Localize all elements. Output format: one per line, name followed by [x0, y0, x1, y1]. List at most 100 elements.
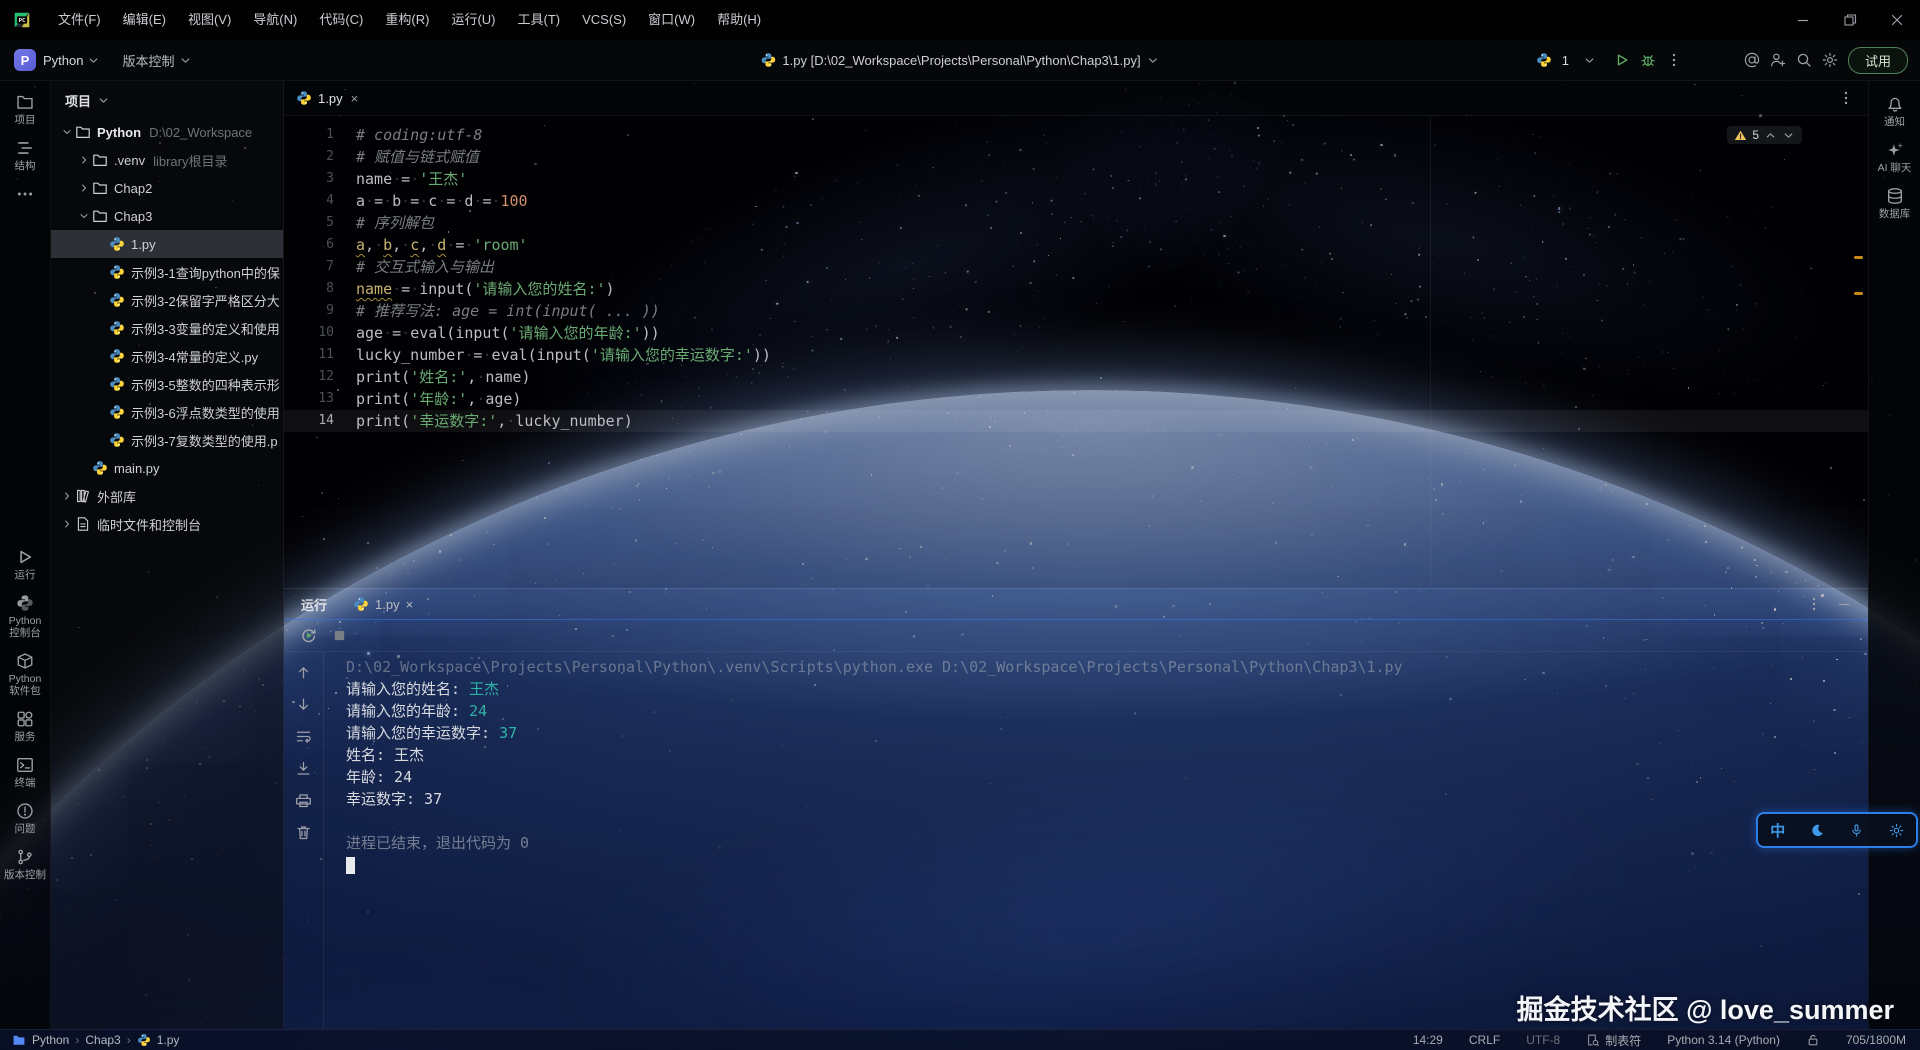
tab-options-icon[interactable]: [1838, 90, 1854, 106]
toolwindow-服务[interactable]: 服务: [0, 710, 50, 743]
status-item[interactable]: 制表符: [1586, 1032, 1641, 1049]
vcs-widget[interactable]: 版本控制: [122, 51, 191, 70]
minimize-button[interactable]: [1779, 0, 1826, 40]
toolwindow-数据库[interactable]: 数据库: [1870, 187, 1920, 220]
tree-item[interactable]: Chap3: [51, 202, 283, 230]
inspection-widget[interactable]: 5: [1727, 126, 1802, 144]
status-item[interactable]: 705/1800M: [1846, 1033, 1906, 1047]
toolwindow-终端[interactable]: 终端: [0, 756, 50, 789]
code-line[interactable]: 6 a,·b,·c,·d·=·'room': [284, 234, 1868, 256]
search-everywhere-icon[interactable]: [1796, 52, 1812, 68]
chevron-right-icon[interactable]: [76, 182, 92, 194]
code-editor[interactable]: 1 # coding:utf-8 2 # 赋值与链式赋值 3 name·=·'王杰' 4 a·…: [284, 116, 1868, 588]
close-button[interactable]: [1873, 0, 1920, 40]
toolwindow-运行[interactable]: 运行: [0, 548, 50, 581]
editor-tab[interactable]: 1.py ×: [284, 81, 368, 116]
code-line[interactable]: 5 # 序列解包: [284, 212, 1868, 234]
more-actions-icon[interactable]: [1666, 52, 1682, 68]
menu-item[interactable]: 视图(V): [177, 12, 242, 27]
warning-stripe-mark[interactable]: [1854, 256, 1863, 259]
maximize-button[interactable]: [1826, 0, 1873, 40]
code-line[interactable]: 10 age·=·eval(input('请输入您的年龄:')): [284, 322, 1868, 344]
toolwindow-more[interactable]: [0, 185, 50, 203]
run-tab-close-icon[interactable]: ×: [406, 597, 414, 612]
tree-item[interactable]: Chap2: [51, 174, 283, 202]
run-tab[interactable]: 1.py ×: [353, 596, 413, 612]
chevron-right-icon[interactable]: [76, 154, 92, 166]
toolwindow-问题[interactable]: 问题: [0, 802, 50, 835]
run-configuration-selector[interactable]: 1.py [D:\02_Workspace\Projects\Personal\…: [760, 52, 1159, 68]
code-line[interactable]: 3 name·=·'王杰': [284, 168, 1868, 190]
tree-item[interactable]: 外部库: [51, 482, 283, 510]
toolwindow-Python-控制台[interactable]: Python 控制台: [0, 594, 50, 639]
status-item[interactable]: [1806, 1033, 1820, 1047]
moon-icon[interactable]: [1810, 823, 1825, 838]
python-run-tab-icon[interactable]: [1536, 52, 1552, 68]
toolwindow-AI-聊天[interactable]: AI 聊天: [1870, 141, 1920, 174]
chevron-down-icon[interactable]: [76, 210, 92, 222]
chevron-down-icon[interactable]: [1782, 129, 1795, 142]
toolwindow-Python-软件包[interactable]: Python 软件包: [0, 652, 50, 697]
run-options-icon[interactable]: [1806, 596, 1822, 612]
code-line[interactable]: 4 a·=·b·=·c·=·d·=·100: [284, 190, 1868, 212]
warning-stripe-mark[interactable]: [1854, 292, 1863, 295]
toolwindow-项目[interactable]: 项目: [0, 93, 50, 126]
tree-item[interactable]: 示例3-6浮点数类型的使用: [51, 398, 283, 426]
status-item[interactable]: Python 3.14 (Python): [1667, 1033, 1780, 1047]
breadcrumb-item[interactable]: Chap3: [85, 1033, 120, 1047]
next-occurrence-icon[interactable]: [295, 696, 312, 713]
tree-item[interactable]: 示例3-1查询python中的保: [51, 258, 283, 286]
code-line[interactable]: 1 # coding:utf-8: [284, 124, 1868, 146]
debug-button[interactable]: [1640, 52, 1656, 68]
settings-gear-icon[interactable]: [1822, 52, 1838, 68]
microphone-icon[interactable]: [1849, 823, 1864, 838]
ime-mode-label[interactable]: 中: [1770, 820, 1785, 841]
menu-item[interactable]: 帮助(H): [706, 12, 772, 27]
status-item[interactable]: UTF-8: [1526, 1033, 1560, 1047]
chevron-right-icon[interactable]: [59, 490, 75, 502]
toolwindow-版本控制[interactable]: 版本控制: [0, 848, 50, 881]
hide-panel-icon[interactable]: [1836, 596, 1852, 612]
toolwindow-结构[interactable]: 结构: [0, 139, 50, 172]
tree-item[interactable]: 示例3-5整数的四种表示形: [51, 370, 283, 398]
menu-item[interactable]: 重构(R): [374, 12, 440, 27]
clear-console-icon[interactable]: [295, 824, 312, 841]
print-icon[interactable]: [295, 792, 312, 809]
tree-item[interactable]: 示例3-2保留字严格区分大: [51, 286, 283, 314]
tab-close-icon[interactable]: ×: [351, 91, 359, 106]
menu-item[interactable]: 编辑(E): [112, 12, 177, 27]
code-line[interactable]: 2 # 赋值与链式赋值: [284, 146, 1868, 168]
toolwindow-通知[interactable]: 通知: [1870, 95, 1920, 128]
code-line[interactable]: 8 name·=·input('请输入您的姓名:'): [284, 278, 1868, 300]
menu-item[interactable]: VCS(S): [571, 12, 637, 27]
tree-item[interactable]: 示例3-4常量的定义.py: [51, 342, 283, 370]
menu-item[interactable]: 代码(C): [308, 12, 374, 27]
menu-item[interactable]: 窗口(W): [637, 12, 706, 27]
code-line[interactable]: 9 # 推荐写法: age = int(input( ... )): [284, 300, 1868, 322]
breadcrumb-item[interactable]: 1.py: [157, 1033, 180, 1047]
code-line[interactable]: 7 # 交互式输入与输出: [284, 256, 1868, 278]
ime-settings-gear-icon[interactable]: [1889, 823, 1904, 838]
chevron-right-icon[interactable]: [59, 518, 75, 530]
code-with-me-icon[interactable]: [1770, 52, 1786, 68]
rerun-button[interactable]: [300, 627, 317, 644]
tree-item[interactable]: 临时文件和控制台: [51, 510, 283, 538]
trial-button[interactable]: 试用: [1848, 47, 1908, 74]
project-panel-header[interactable]: 项目: [51, 81, 283, 118]
ai-assistant-icon[interactable]: [1744, 52, 1760, 68]
tree-item[interactable]: 示例3-3变量的定义和使用: [51, 314, 283, 342]
menu-item[interactable]: 文件(F): [47, 12, 112, 27]
tree-item[interactable]: 示例3-7复数类型的使用.p: [51, 426, 283, 454]
tree-item[interactable]: Python D:\02_Workspace: [51, 118, 283, 146]
chevron-down-icon[interactable]: [59, 126, 75, 138]
status-item[interactable]: CRLF: [1469, 1033, 1500, 1047]
menu-item[interactable]: 运行(U): [440, 12, 506, 27]
code-line[interactable]: 14 print('幸运数字:',·lucky_number): [284, 410, 1868, 432]
status-item[interactable]: 14:29: [1413, 1033, 1443, 1047]
menu-item[interactable]: 导航(N): [242, 12, 308, 27]
run-button[interactable]: [1614, 52, 1630, 68]
soft-wrap-icon[interactable]: [295, 728, 312, 745]
tree-item[interactable]: 1.py: [51, 230, 283, 258]
scroll-to-end-icon[interactable]: [295, 760, 312, 777]
code-line[interactable]: 13 print('年龄:',·age): [284, 388, 1868, 410]
